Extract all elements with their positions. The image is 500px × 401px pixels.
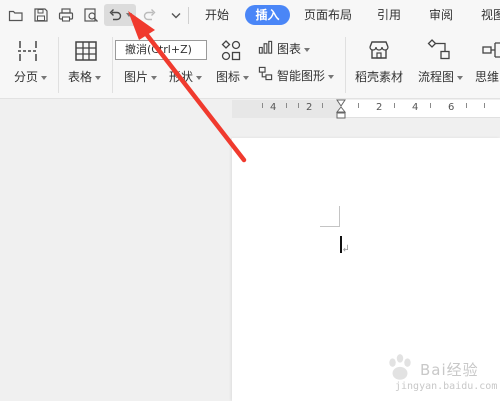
- ruler-tick: [430, 103, 431, 108]
- flowchart-button[interactable]: 流程图: [418, 68, 464, 85]
- smart-art-icon: [258, 66, 273, 81]
- mindmap-label: 思维: [475, 70, 500, 84]
- redo-button[interactable]: [140, 5, 160, 25]
- print-preview-icon: [84, 8, 98, 22]
- toolbar-divider: [188, 7, 189, 24]
- ruler-tick: [262, 103, 263, 108]
- save-icon: [34, 8, 48, 22]
- ruler-number: 4: [270, 102, 277, 113]
- ruler-tick: [322, 103, 323, 108]
- mindmap-icon: [482, 42, 500, 58]
- tab-home[interactable]: 开始: [200, 5, 234, 25]
- redo-icon: [143, 9, 156, 21]
- printer-icon: [58, 8, 74, 22]
- icon-label: 图标: [216, 70, 241, 84]
- picture-label: 图片: [124, 70, 149, 84]
- customize-button[interactable]: [166, 5, 186, 25]
- tab-view[interactable]: 视图: [476, 5, 500, 25]
- ruler-number: 4: [412, 102, 419, 113]
- ruler-number: 6: [448, 102, 455, 113]
- print-preview-button[interactable]: [81, 5, 101, 25]
- chevron-down-icon: [95, 75, 102, 80]
- insert-ribbon: 分页 表格 图片 形状 图标 图表 智能图形 稻壳素材 流程图 思维: [0, 31, 500, 99]
- tab-insert[interactable]: 插入: [245, 5, 290, 25]
- watermark-url: jingyan.baidu.com: [395, 381, 498, 392]
- paragraph-mark-icon: [343, 244, 348, 252]
- table-icon: [75, 41, 97, 61]
- mindmap-button[interactable]: 思维: [475, 68, 499, 85]
- smart-art-button[interactable]: 智能图形: [277, 67, 335, 84]
- ribbon-divider: [58, 37, 59, 93]
- docer-store-icon: [369, 41, 389, 59]
- chevron-down-icon: [171, 13, 181, 19]
- shape-label: 形状: [169, 70, 194, 84]
- print-button[interactable]: [56, 5, 76, 25]
- baidu-paw-icon: [389, 354, 411, 380]
- undo-button[interactable]: [104, 4, 136, 26]
- chart-icon: [258, 40, 273, 54]
- tab-references[interactable]: 引用: [372, 5, 406, 25]
- page-break-label: 分页: [14, 70, 39, 84]
- ruler-tick: [298, 103, 299, 108]
- save-button[interactable]: [31, 5, 51, 25]
- table-label: 表格: [68, 70, 93, 84]
- indent-marker-icon[interactable]: [336, 98, 346, 120]
- chevron-down-icon: [457, 75, 464, 80]
- page-break-icon: [18, 41, 38, 61]
- chart-label: 图表: [277, 42, 302, 56]
- folder-icon: [8, 10, 23, 22]
- watermark-text: Bai经验: [420, 361, 479, 379]
- open-button[interactable]: [6, 5, 26, 25]
- chevron-down-icon: [328, 74, 335, 79]
- ribbon-divider: [112, 37, 113, 93]
- ruler-tick: [394, 103, 395, 108]
- ruler-number: 2: [306, 102, 313, 113]
- table-button[interactable]: 表格: [68, 68, 102, 85]
- flowchart-label: 流程图: [418, 70, 455, 84]
- icon-button[interactable]: 图标: [216, 68, 250, 85]
- ruler-tick: [358, 103, 359, 108]
- ruler-tick: [286, 103, 287, 108]
- ribbon-divider: [345, 37, 346, 93]
- docer-materials-label: 稻壳素材: [355, 70, 404, 84]
- shape-button[interactable]: 形状: [169, 68, 203, 85]
- quick-access-toolbar: 开始 插入 页面布局 引用 审阅 视图: [0, 0, 500, 31]
- ruler-number: 2: [376, 102, 383, 113]
- chevron-down-icon: [304, 47, 311, 52]
- undo-dropdown-icon[interactable]: [126, 13, 132, 17]
- ruler-tick: [466, 103, 467, 108]
- tab-page-layout[interactable]: 页面布局: [300, 5, 356, 25]
- page-break-button[interactable]: 分页: [14, 68, 48, 85]
- ruler-tick: [484, 103, 485, 108]
- chevron-down-icon: [41, 75, 48, 80]
- smart-art-label: 智能图形: [277, 69, 326, 83]
- chevron-down-icon: [151, 75, 158, 80]
- icon-library-icon: [221, 40, 241, 61]
- undo-icon: [109, 9, 122, 21]
- margin-corner-mark: [320, 206, 340, 227]
- flowchart-icon: [427, 39, 450, 60]
- chevron-down-icon: [196, 75, 203, 80]
- chart-button[interactable]: 图表: [277, 40, 311, 57]
- picture-button[interactable]: 图片: [124, 68, 158, 85]
- undo-tooltip: 撤消(Ctrl+Z): [115, 40, 207, 60]
- chevron-down-icon: [243, 75, 250, 80]
- tab-review[interactable]: 审阅: [424, 5, 458, 25]
- docer-materials-button[interactable]: 稻壳素材: [355, 68, 403, 85]
